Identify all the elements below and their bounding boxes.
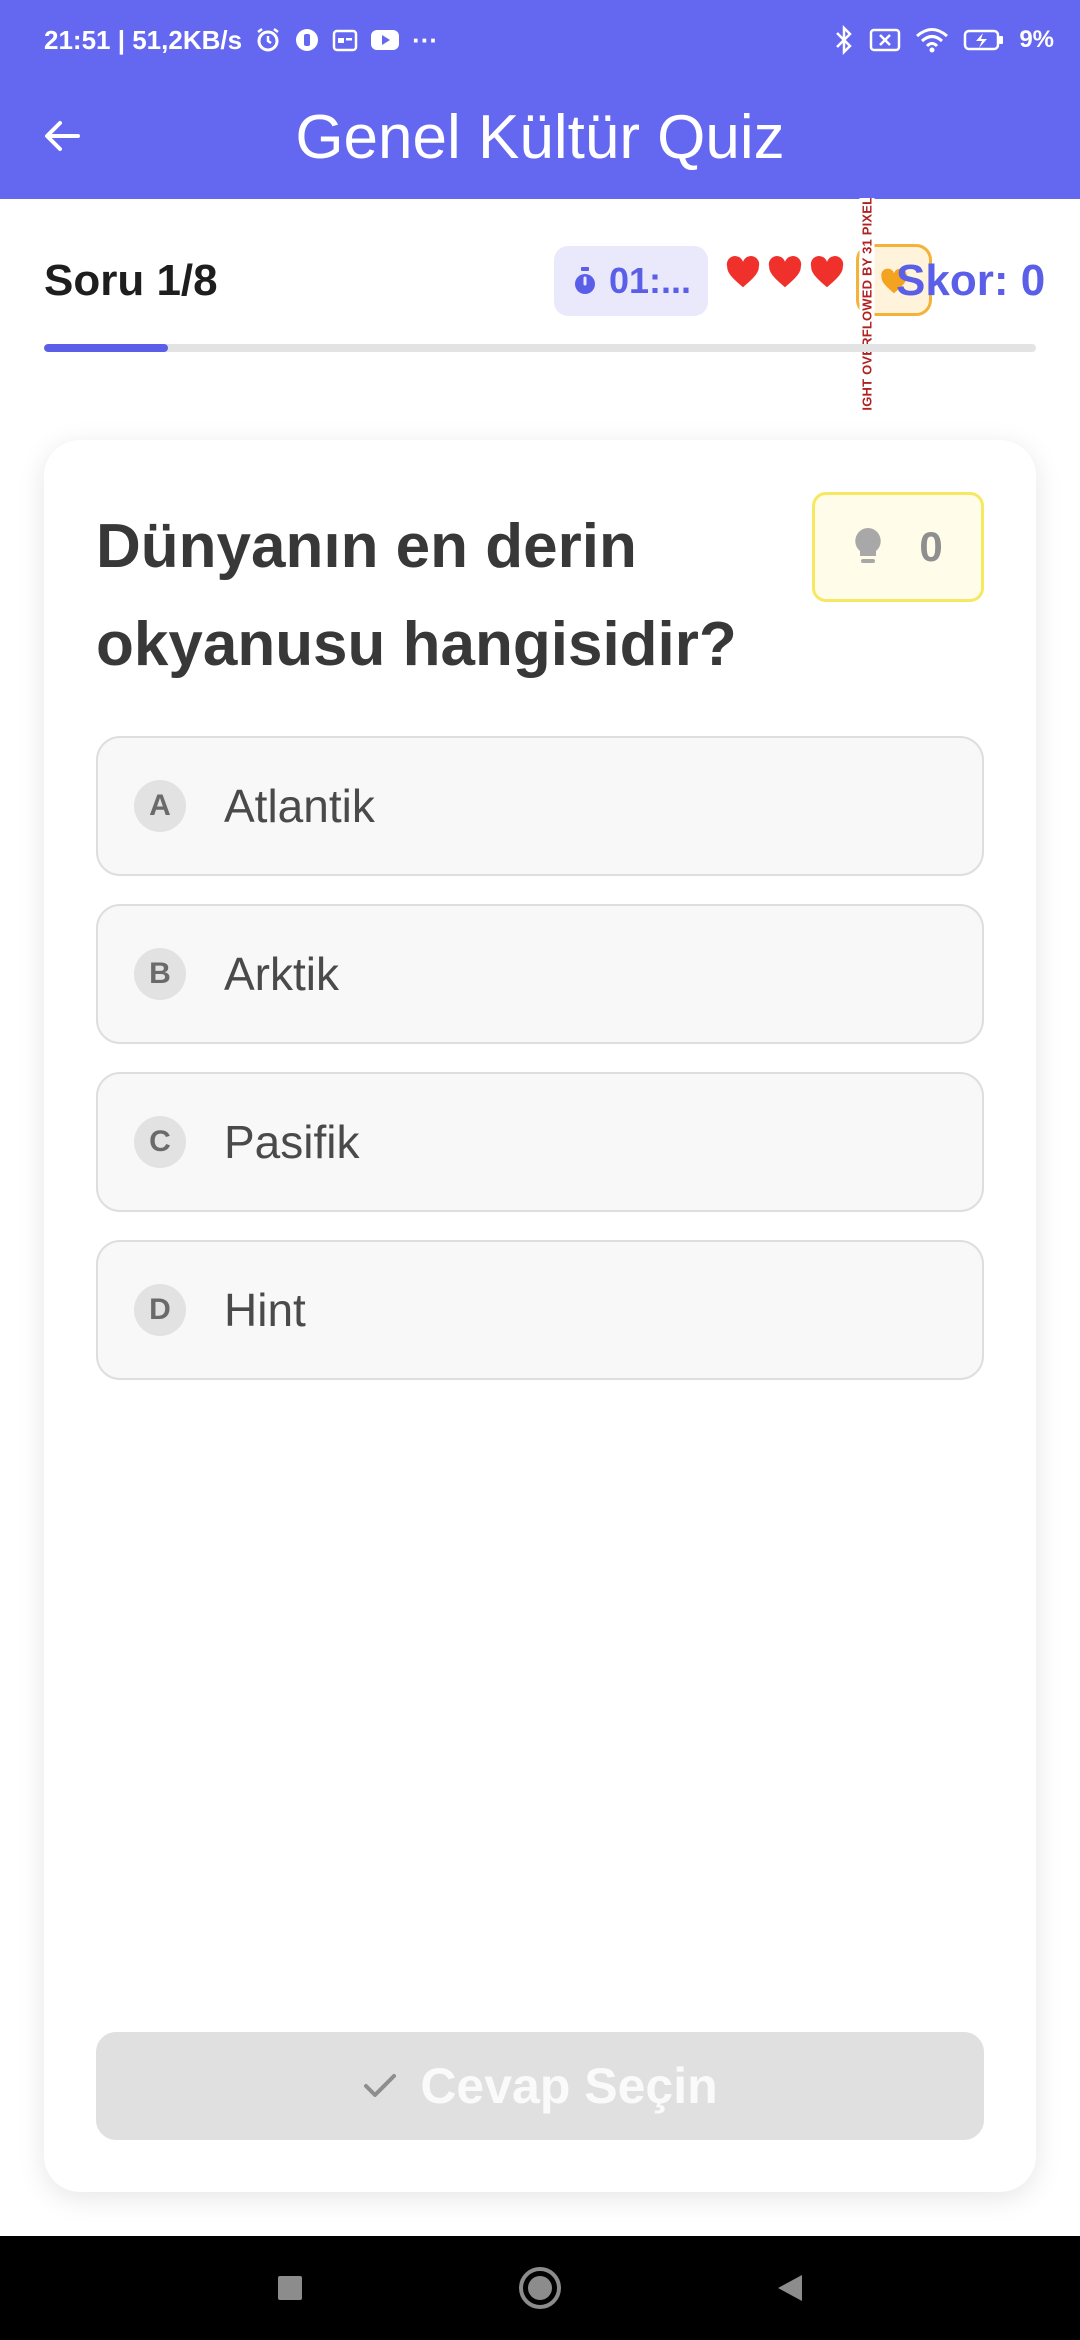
question-counter: Soru 1/8 — [44, 256, 218, 305]
top-area: 21:51 | 51,2KB/s ··· 9% Genel Kültür Qui… — [0, 0, 1080, 199]
heart-icon — [808, 254, 846, 292]
timer-value: 01:... — [608, 260, 692, 301]
app-bar: Genel Kültür Quiz — [0, 76, 1080, 199]
status-more: ··· — [412, 24, 439, 55]
lives — [724, 254, 846, 292]
heart-icon — [724, 254, 762, 292]
status-right: 9% — [833, 20, 1054, 60]
question-card: Dünyanın en derin okyanusu hangisidir? 0… — [44, 440, 1036, 2192]
option-text: Pasifik — [224, 1116, 360, 1168]
back-button[interactable] — [30, 104, 94, 168]
quiz-header: Soru 1/8 01:... Skor: 0 — [44, 238, 1045, 322]
status-time: 21:51 | 51,2KB/s — [44, 24, 243, 55]
options-list: A Atlantik B Arktik C Pasifik D Hint — [96, 736, 984, 1408]
home-button[interactable] — [514, 2262, 566, 2314]
option-letter: A — [134, 780, 186, 832]
score: Skor: 0 — [896, 256, 1046, 305]
question-text: Dünyanın en derin okyanusu hangisidir? — [96, 512, 737, 679]
triangle-back-icon — [774, 2272, 806, 2304]
option-text: Arktik — [224, 948, 339, 1000]
option-letter: B — [134, 948, 186, 1000]
heart-icon — [766, 254, 804, 292]
check-icon — [362, 2071, 398, 2101]
app-notification-icon — [294, 27, 320, 53]
hint-button[interactable]: 0 — [812, 492, 984, 602]
battery-level: 9% — [1019, 26, 1054, 53]
status-bar: 21:51 | 51,2KB/s ··· 9% — [0, 0, 1080, 76]
option-d[interactable]: D Hint — [96, 1240, 984, 1380]
back-nav-button[interactable] — [764, 2262, 816, 2314]
timer-chip: 01:... — [554, 246, 708, 316]
option-letter: D — [134, 1284, 186, 1336]
wifi-icon — [915, 26, 949, 54]
hint-count: 0 — [919, 523, 943, 570]
circle-icon — [517, 2265, 563, 2311]
navigation-bar — [0, 2236, 1080, 2340]
recents-button[interactable] — [264, 2262, 316, 2314]
youtube-icon — [370, 28, 400, 52]
status-left: 21:51 | 51,2KB/s ··· — [44, 20, 438, 60]
arrow-left-icon — [42, 116, 82, 156]
calendar-icon — [332, 27, 358, 53]
alarm-icon — [254, 26, 282, 54]
option-c[interactable]: C Pasifik — [96, 1072, 984, 1212]
page-title: Genel Kültür Quiz — [295, 103, 785, 172]
overflow-warning-text: RIGHT OVERFLOWED BY 31 PIXELS — [859, 198, 875, 410]
option-text: Atlantik — [224, 780, 375, 832]
option-letter: C — [134, 1116, 186, 1168]
option-a[interactable]: A Atlantik — [96, 736, 984, 876]
progress-bar — [44, 344, 1036, 352]
battery-charging-icon — [963, 27, 1005, 53]
stopwatch-icon — [571, 266, 599, 296]
lightbulb-icon — [853, 526, 883, 568]
submit-answer-button[interactable]: Cevap Seçin — [96, 2032, 984, 2140]
square-icon — [275, 2273, 305, 2303]
option-b[interactable]: B Arktik — [96, 904, 984, 1044]
overflow-warning: RIGHT OVERFLOWED BY 31 PIXELS — [858, 198, 876, 410]
option-text: Hint — [224, 1284, 306, 1336]
submit-label: Cevap Seçin — [420, 2058, 718, 2114]
sim-icon — [869, 27, 901, 53]
bluetooth-icon — [833, 25, 855, 55]
progress-fill — [44, 344, 168, 352]
